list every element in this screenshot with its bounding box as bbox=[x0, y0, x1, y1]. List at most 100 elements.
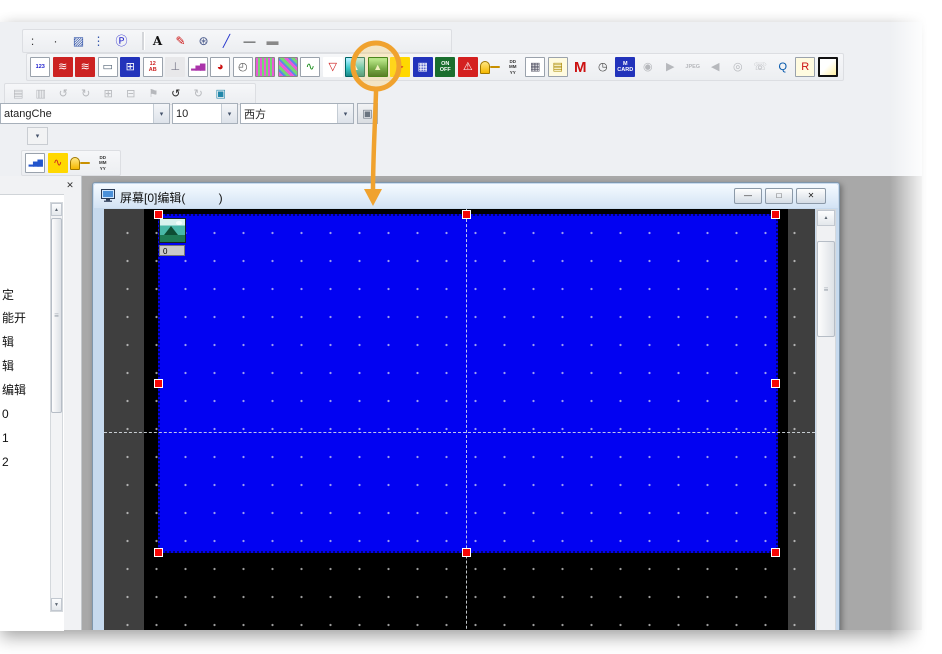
tree-item[interactable]: 2 bbox=[2, 452, 9, 472]
close-button[interactable]: ✕ bbox=[796, 188, 826, 204]
xy-chart-icon[interactable]: ∿ bbox=[48, 153, 68, 173]
report-icon[interactable]: ▤ bbox=[548, 57, 568, 77]
scrollbar-thumb[interactable] bbox=[51, 218, 62, 413]
history-chart-icon[interactable]: ▂▅▇ bbox=[25, 153, 45, 173]
group-icon[interactable]: ⊞ bbox=[98, 84, 118, 104]
tree-item[interactable]: 编辑 bbox=[2, 380, 26, 400]
font-style-button[interactable]: ▣ bbox=[357, 103, 378, 124]
tree-item[interactable]: 0 bbox=[2, 404, 9, 424]
chevron-down-icon[interactable] bbox=[213, 40, 217, 42]
scrollbar-thumb[interactable] bbox=[817, 241, 835, 337]
selection-handle-top-left[interactable] bbox=[155, 211, 162, 218]
scroll-down-icon[interactable] bbox=[51, 598, 62, 611]
chevron-down-icon[interactable] bbox=[236, 40, 240, 42]
screensaver-icon[interactable] bbox=[818, 57, 838, 77]
calendar-icon[interactable]: ▦ bbox=[525, 57, 545, 77]
valve-icon[interactable]: ⊥ bbox=[165, 57, 185, 77]
chevron-down-icon[interactable] bbox=[190, 40, 194, 42]
pin-icon[interactable]: ⚑ bbox=[143, 84, 163, 104]
picture-object[interactable] bbox=[159, 218, 186, 243]
chevron-down-icon[interactable] bbox=[259, 40, 263, 42]
alarm-bell-icon[interactable] bbox=[480, 57, 500, 77]
chevron-down-icon[interactable] bbox=[337, 104, 353, 123]
audio-icon[interactable]: ◀ bbox=[705, 57, 725, 77]
timer-icon[interactable]: ◷ bbox=[593, 57, 613, 77]
pattern-fill-icon[interactable] bbox=[278, 57, 298, 77]
close-icon[interactable]: ✕ bbox=[63, 179, 77, 192]
tree-item[interactable]: 1 bbox=[2, 428, 9, 448]
chevron-down-icon[interactable] bbox=[282, 40, 286, 42]
scroll-up-icon[interactable] bbox=[817, 210, 835, 226]
data-table-icon[interactable]: 123 bbox=[30, 57, 50, 77]
select-tool-icon[interactable]: ▣ bbox=[211, 84, 231, 104]
recipe-icon[interactable]: R bbox=[795, 57, 815, 77]
undo-icon[interactable]: ↺ bbox=[166, 84, 186, 104]
charset-combo[interactable]: 西方 bbox=[240, 103, 354, 124]
paint-roller-icon[interactable]: ▨ bbox=[71, 31, 89, 51]
chevron-down-icon[interactable] bbox=[65, 40, 69, 42]
chevron-down-icon[interactable] bbox=[153, 104, 169, 123]
rotate-right-icon[interactable]: ↻ bbox=[76, 84, 96, 104]
tree-item[interactable]: 辑 bbox=[2, 332, 14, 352]
table-display-icon[interactable]: ▦ bbox=[413, 57, 433, 77]
pipe-wizard-icon[interactable]: Ⓟ bbox=[114, 31, 135, 51]
layer-back-icon[interactable]: ▥ bbox=[31, 84, 51, 104]
selection-handle-top-right[interactable] bbox=[772, 211, 779, 218]
screen-canvas[interactable]: 0 bbox=[104, 209, 815, 630]
picture-library-icon[interactable]: ▲ bbox=[368, 57, 388, 77]
selection-handle-bottom-center[interactable] bbox=[463, 549, 470, 556]
window-titlebar[interactable]: 屏幕[0]编辑( ) — □ ✕ bbox=[94, 184, 838, 208]
jpeg-icon[interactable]: JPEG bbox=[683, 57, 703, 77]
line-style-icon[interactable]: — bbox=[242, 31, 263, 51]
user-dialog-icon[interactable]: Q bbox=[773, 57, 793, 77]
point-tool-icon[interactable]: · bbox=[48, 31, 69, 51]
selection-handle-bottom-left[interactable] bbox=[155, 549, 162, 556]
char-display-icon[interactable]: 12 AB bbox=[143, 57, 163, 77]
chevron-down-icon[interactable] bbox=[167, 40, 171, 42]
scroll-up-icon[interactable] bbox=[51, 203, 62, 216]
meter-icon[interactable]: ◴ bbox=[233, 57, 253, 77]
redo-icon[interactable]: ↻ bbox=[188, 84, 208, 104]
chevron-down-icon[interactable] bbox=[221, 104, 237, 123]
font-name-combo[interactable]: atangChe bbox=[0, 103, 170, 124]
window-scrollbar[interactable] bbox=[816, 209, 836, 630]
selection-handle-mid-right[interactable] bbox=[772, 380, 779, 387]
bell-icon[interactable] bbox=[70, 153, 90, 173]
layer-front-icon[interactable]: ▤ bbox=[8, 84, 28, 104]
bar-chart-icon[interactable]: ▂▅▇ bbox=[188, 57, 208, 77]
chevron-down-icon[interactable] bbox=[42, 40, 46, 42]
selection-handle-top-center[interactable] bbox=[463, 211, 470, 218]
trend-chart-icon[interactable]: ∿ bbox=[300, 57, 320, 77]
rotate-left-icon[interactable]: ↺ bbox=[53, 84, 73, 104]
handset-icon[interactable]: ☏ bbox=[750, 57, 770, 77]
ruler-icon[interactable]: ⋮ bbox=[91, 31, 112, 51]
selection-handle-bottom-right[interactable] bbox=[772, 549, 779, 556]
ungroup-icon[interactable]: ⊟ bbox=[121, 84, 141, 104]
storage-card-icon[interactable]: M CARD bbox=[615, 57, 635, 77]
tree-item[interactable]: 能开 bbox=[2, 308, 26, 328]
numeric-display-icon[interactable]: ≋ bbox=[53, 57, 73, 77]
video-icon[interactable]: ▶ bbox=[660, 57, 680, 77]
maximize-button[interactable]: □ bbox=[765, 188, 793, 204]
picture-display-icon[interactable]: ▲ bbox=[345, 57, 365, 77]
chevron-down-icon[interactable] bbox=[131, 40, 135, 42]
line-tool-icon[interactable]: ╱ bbox=[219, 31, 240, 51]
pen-color-icon[interactable]: ✎ bbox=[173, 31, 194, 51]
chevron-down-icon[interactable] bbox=[28, 128, 47, 144]
panel-scrollbar[interactable] bbox=[50, 202, 63, 612]
webcam-icon[interactable]: ◎ bbox=[728, 57, 748, 77]
chevron-down-icon[interactable] bbox=[108, 40, 112, 42]
text-display-icon[interactable]: ▭ bbox=[98, 57, 118, 77]
font-size-combo[interactable]: 10 bbox=[172, 103, 238, 124]
numeric-input-icon[interactable]: ≋ bbox=[75, 57, 95, 77]
font-icon[interactable]: A bbox=[150, 31, 171, 51]
tree-item[interactable]: 定 bbox=[2, 285, 14, 305]
camera-icon[interactable]: ◉ bbox=[638, 57, 658, 77]
tree-item[interactable]: 辑 bbox=[2, 356, 14, 376]
alarm-display-icon[interactable]: ⚠ bbox=[458, 57, 478, 77]
keypad-icon[interactable]: ⊞ bbox=[120, 57, 140, 77]
screen-background-object[interactable] bbox=[158, 214, 778, 553]
flask-icon[interactable]: ▽ bbox=[323, 57, 343, 77]
pie-chart-icon[interactable]: ◕ bbox=[210, 57, 230, 77]
macro-icon[interactable]: M bbox=[570, 57, 590, 77]
